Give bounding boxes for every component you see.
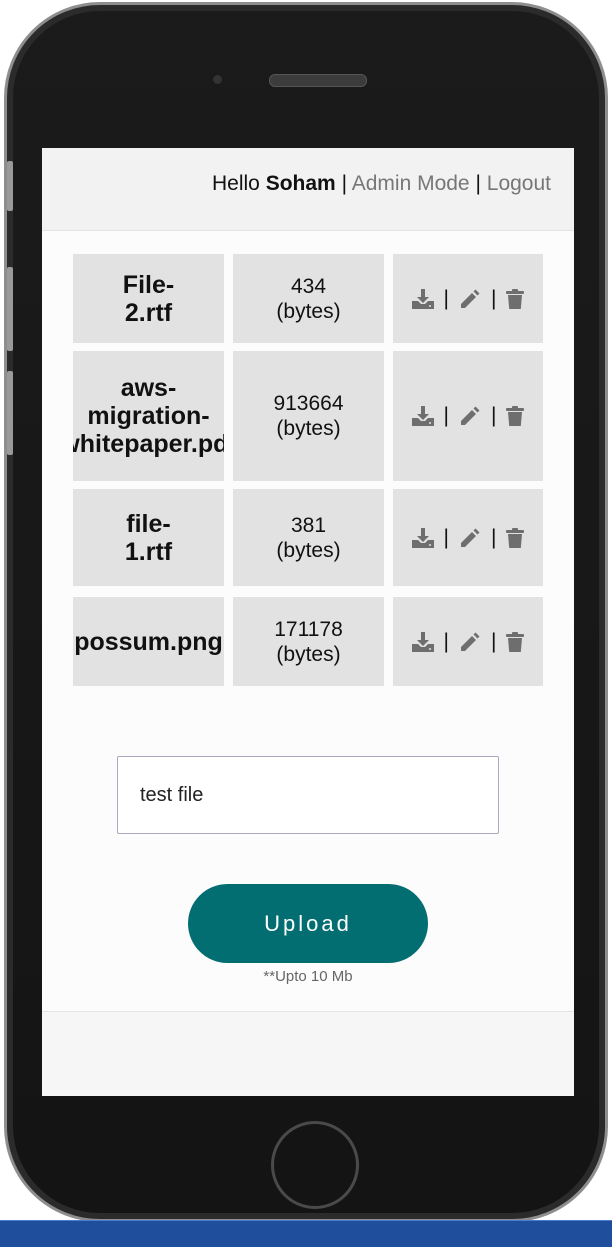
pencil-icon[interactable] [458,527,482,549]
file-size-value: 434 [290,274,327,298]
file-size-unit: (bytes) [276,642,341,666]
file-row: File- 2.rtf 434 (bytes) | | [73,254,543,343]
file-name: migration- [87,402,210,430]
pencil-icon[interactable] [458,405,482,427]
front-camera [213,75,222,84]
action-separator: | [491,525,497,549]
file-name-cell: File- 2.rtf [73,254,224,343]
trash-icon[interactable] [505,405,525,427]
file-size-value: 381 [290,513,327,537]
upload-size-note: **Upto 10 Mb [263,968,353,985]
greeting-text: Hello [212,172,260,195]
file-row: aws-migration-whitepaper.pdf913664(bytes… [73,351,543,481]
file-size-unit: (bytes) [276,299,341,323]
user-nav: Hello Soham | Admin Mode | Logout [212,172,551,196]
os-taskbar [0,1220,612,1247]
file-row: file- 1.rtf 381 (bytes) | | [73,489,543,586]
user-name: Soham [265,172,336,195]
file-size-cell: 434 (bytes) [233,254,384,343]
mute-switch [7,161,13,211]
trash-icon[interactable] [505,527,525,549]
main-content: File-2.rtf434(bytes)||aws-migration-whit… [42,231,574,1012]
nav-separator: | [341,172,348,195]
file-name: 2.rtf [124,298,173,327]
file-size-value: 913664 [273,392,344,415]
file-row: possum.png 171178 (bytes) | | [73,597,543,686]
file-size-unit: (bytes) [276,538,341,562]
home-button[interactable] [271,1121,359,1209]
file-size-value: 171178 [274,617,343,641]
pencil-icon[interactable] [458,288,482,310]
earpiece-speaker [269,74,367,87]
action-separator: | [443,286,449,310]
admin-mode-link[interactable]: Admin Mode [352,172,470,195]
file-name: File- [122,270,175,299]
pencil-icon[interactable] [458,631,482,653]
file-size-cell: 171178 (bytes) [233,597,384,686]
file-actions-cell: | | [393,351,543,481]
file-size-unit: (bytes) [276,417,341,440]
file-size-cell: 913664 (bytes) [233,351,384,481]
file-name: aws- [120,374,177,402]
file-actions-cell: | | [393,489,543,586]
action-separator: | [491,629,497,653]
file-name-cell: aws-migration-whitepaper.pdf [73,351,224,481]
volume-up-button [7,267,13,351]
file-name: 1.rtf [124,537,173,566]
app-screen: Hello Soham | Admin Mode | Logout File- 2… [42,148,574,1096]
file-name-cell: file- 1.rtf [73,489,224,586]
download-icon[interactable] [411,527,435,549]
trash-icon[interactable] [505,631,525,653]
action-separator: | [491,286,497,310]
download-icon[interactable] [411,631,435,653]
upload-button[interactable]: Upload [188,884,428,963]
trash-icon[interactable] [505,288,525,310]
download-icon[interactable] [411,288,435,310]
download-icon[interactable] [411,405,435,427]
action-separator: | [443,629,449,653]
file-name: file- [126,509,171,538]
file-name: whitepaper.pdf [73,430,224,458]
volume-down-button [7,371,13,455]
file-name: possum.png [74,627,223,656]
nav-separator: | [475,172,481,195]
file-actions-cell: | | [393,597,543,686]
file-name-cell: possum.png [73,597,224,686]
action-separator: | [443,525,449,549]
file-size-cell: 381 (bytes) [233,489,384,586]
action-separator: | [491,404,497,427]
action-separator: | [443,404,449,427]
file-description-input[interactable] [117,756,499,834]
logout-link[interactable]: Logout [487,172,551,195]
header-bar: Hello Soham | Admin Mode | Logout [42,148,574,231]
file-actions-cell: | | [393,254,543,343]
